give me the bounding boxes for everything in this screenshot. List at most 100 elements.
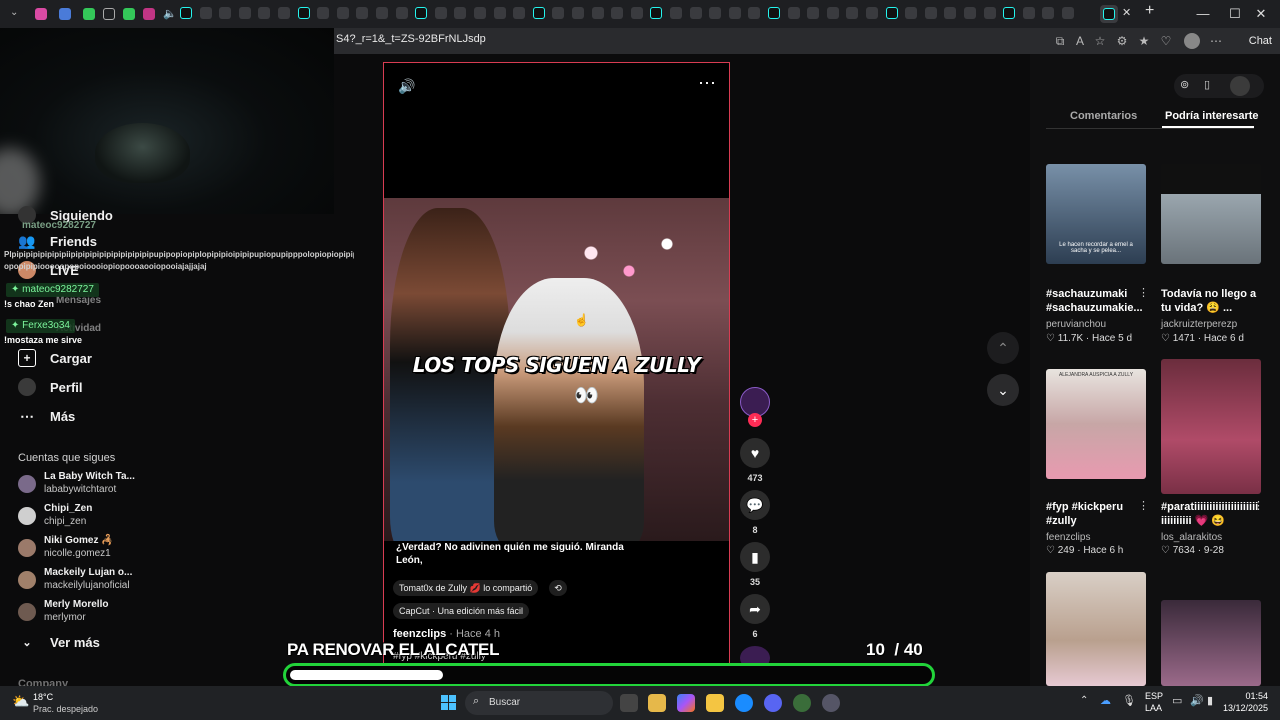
browser-tab[interactable] [1022,7,1035,19]
browser-tab[interactable] [709,7,722,19]
copilot-chat-button[interactable]: Chat [1226,31,1272,51]
browser-tab[interactable] [199,7,212,19]
browser-tab[interactable] [238,7,251,19]
following-account[interactable]: La Baby Witch Ta... lababywitchtarot [18,471,158,505]
browser-tab[interactable] [474,7,486,19]
comment-icon[interactable]: 💬 [740,490,770,520]
close-window-button[interactable]: ✕ [1242,0,1280,28]
shared-by-pill[interactable]: Tomat0x de Zully 💋 lo compartió [393,580,539,596]
browser-tab[interactable] [591,7,604,19]
card-user[interactable]: peruvianchou [1046,319,1106,330]
browser-tab[interactable] [572,7,584,19]
tab-instagram[interactable] [140,5,158,23]
card-user[interactable]: feenzclips [1046,532,1090,543]
video-author[interactable]: feenzclips · Hace 4 h [393,628,500,640]
tab-g-blue[interactable] [56,5,74,23]
new-tab-button[interactable]: + [1142,2,1160,23]
tab-comments[interactable]: Comentarios [1070,110,1137,122]
onedrive-icon[interactable]: ☁ [1100,694,1111,707]
browser-tab[interactable] [670,7,682,19]
obs-icon[interactable] [822,694,840,712]
bookmark-icon[interactable]: ▮ [740,542,770,572]
copilot-icon[interactable] [677,694,695,712]
weather-temp[interactable]: 18°C [33,692,53,702]
following-account[interactable]: Merly Morello merlymor [18,599,158,633]
tab-close-icon[interactable]: ✕ [1118,5,1136,23]
repost-icon[interactable]: ⟲ [549,580,567,596]
browser-tab[interactable] [180,7,192,19]
tab-active-tiktok[interactable] [1100,5,1118,23]
browser-tab[interactable] [728,7,741,19]
translate-icon[interactable]: A [1072,33,1088,49]
weather-desc[interactable]: Prac. despejado [33,704,98,714]
like-heart-icon[interactable]: ♥ [740,438,770,468]
file-explorer-icon[interactable] [706,694,724,712]
capcut-pill[interactable]: CapCut · Una edición más fácil [393,603,530,619]
browser-tab[interactable] [278,7,290,19]
browser-tab[interactable] [866,7,878,19]
task-view-icon[interactable] [620,694,638,712]
browser-tab[interactable] [258,7,271,19]
store-icon[interactable] [648,694,666,712]
browser-tab[interactable] [454,7,467,19]
browser-tab[interactable] [415,7,428,19]
browser-tab[interactable] [826,7,839,19]
tab-speaker-icon[interactable]: 🔈 [160,5,178,23]
favorites-icon[interactable]: ★ [1136,33,1152,49]
battery-icon[interactable]: ▮ [1207,694,1213,707]
browser-tab[interactable] [552,7,565,19]
browser-tab[interactable] [1062,7,1074,19]
tab-g-pink[interactable] [32,5,50,23]
card-title[interactable]: #paratiiiiiiiiiiiiiiiiiiiii iiiiiiiiii 💗… [1161,500,1261,528]
discord-icon[interactable] [764,694,782,712]
video-player[interactable]: 🔊 ⋯ 👀 ☝ LOS TOPS SIGUEN A ZULLY ¿Verdad?… [383,62,730,686]
previous-video-button[interactable]: ⌃ [987,332,1019,364]
browser-tab[interactable] [317,7,330,19]
settings-more-icon[interactable]: ⋯ [1208,33,1224,49]
app-icon[interactable] [793,694,811,712]
card-more-icon[interactable]: ⋮ [1253,499,1264,512]
url-field[interactable]: S4?_r=1&_t=ZS-92BFrNLJsdp [336,33,486,45]
weather-icon[interactable]: ⛅ [12,693,29,710]
next-video-button[interactable]: ⌄ [987,374,1019,406]
browser-tab[interactable] [964,7,976,19]
browser-tab[interactable] [356,7,369,19]
volume-icon[interactable]: 🔊 [398,78,415,95]
device-icon[interactable]: ▯ [1204,78,1210,91]
browser-tab[interactable] [885,7,898,19]
browser-tab[interactable] [376,7,388,19]
language-code[interactable]: ESP [1145,691,1163,701]
volume-tray-icon[interactable]: 🔊 [1190,694,1204,707]
browser-tab[interactable] [650,7,663,19]
browser-essentials-icon[interactable]: ♡ [1158,33,1174,49]
video-thumbnail[interactable] [1161,164,1261,264]
browser-tab[interactable] [513,7,526,19]
browser-tab[interactable] [1042,7,1055,19]
browser-tab[interactable] [905,7,918,19]
tab-list-chevron-icon[interactable]: ⌄ [6,5,24,23]
autoscroll-icon[interactable]: ⊚ [1180,78,1189,91]
card-user[interactable]: los_alarakitos [1161,532,1222,543]
edge-browser-icon[interactable] [735,694,753,712]
video-thumbnail[interactable] [1046,572,1146,686]
clock-time[interactable]: 01:54 [1226,691,1268,701]
browser-tab[interactable] [219,7,232,19]
sidebar-item-upload[interactable]: + Cargar [18,345,92,371]
user-avatar[interactable] [1230,76,1250,96]
start-windows-icon[interactable] [440,694,458,712]
browser-tab[interactable] [807,7,820,19]
browser-tab[interactable] [336,7,349,19]
card-more-icon[interactable]: ⋮ [1138,286,1149,299]
sidebar-item-more[interactable]: ⋯ Más [18,403,75,429]
video-thumbnail[interactable]: ALEJANDRA AUSPICIA A ZULLY [1046,369,1146,479]
card-more-icon[interactable]: ⋮ [1138,499,1149,512]
following-account[interactable]: Mackeily Lujan o... mackeilylujanoficial [18,567,158,601]
open-app-icon[interactable]: ⧉ [1052,33,1068,49]
video-thumbnail[interactable] [1161,600,1261,686]
browser-tab[interactable] [748,7,761,19]
tab-kick-green[interactable] [80,5,98,23]
tab-you-may-like[interactable]: Podría interesarte [1165,110,1259,122]
following-account[interactable]: Niki Gomez 🦂 nicolle.gomez1 [18,535,158,569]
browser-tab[interactable] [689,7,702,19]
card-user[interactable]: jackruizterperezp [1161,319,1237,330]
